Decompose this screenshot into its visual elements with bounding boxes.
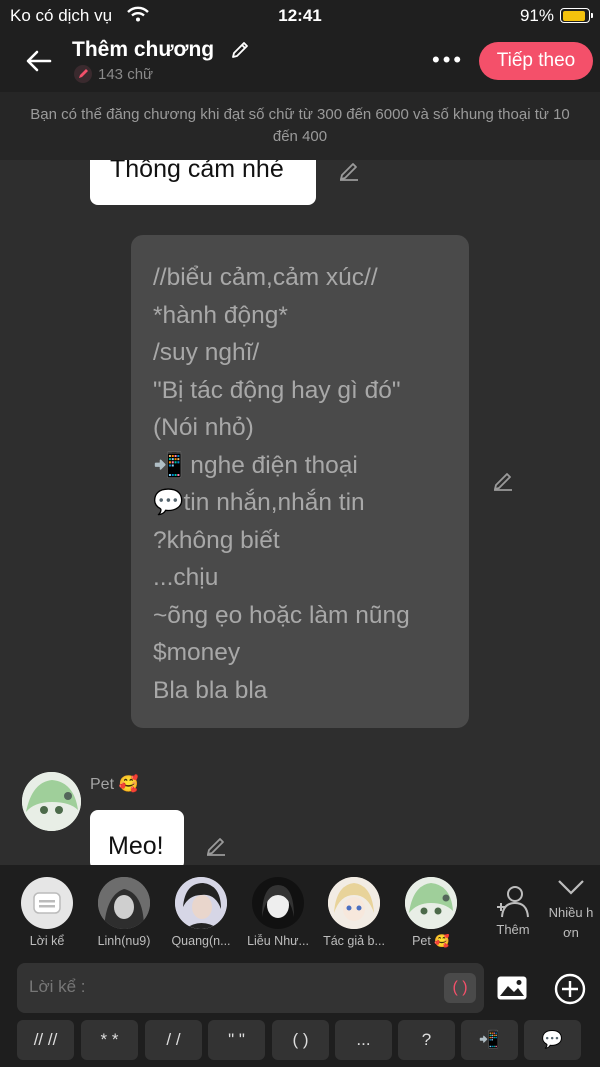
narration-line: *hành động* (153, 301, 288, 329)
battery-icon (560, 8, 593, 23)
next-button[interactable]: Tiếp theo (479, 42, 593, 80)
edit-narration-icon[interactable] (492, 470, 514, 497)
add-icon[interactable] (554, 973, 586, 1010)
narration-line: Bla bla bla (153, 676, 268, 704)
symbol-key[interactable]: ... (335, 1020, 392, 1060)
narration-line: ...chịu (153, 564, 219, 591)
quick-symbol-bar: // // * * / / " " ( ) ... ? 📲 💬 (0, 1020, 600, 1060)
input-placeholder: Lời kể : (29, 977, 86, 996)
symbol-key[interactable]: ? (398, 1020, 455, 1060)
narration-line: ?không biết (153, 526, 280, 554)
character-label: Linh(nu9) (97, 934, 151, 948)
narration-bubble[interactable]: //biểu cảm,cảm xúc// *hành động* /suy ng… (131, 235, 469, 728)
symbol-key[interactable]: ( ) (272, 1020, 329, 1060)
chevron-down-icon (558, 880, 584, 895)
narration-line: $money (153, 639, 241, 666)
top-bar: Thêm chương 143 chữ ••• Tiếp theo (0, 32, 600, 92)
message-bubble[interactable]: Thông cảm nhé (90, 160, 316, 205)
status-bar: Ko có dịch vụ 12:41 91% (0, 0, 600, 32)
narration-line: (Nói nhỏ) (153, 414, 254, 441)
symbol-key[interactable]: 📲 (461, 1020, 518, 1060)
add-character-button[interactable]: Thêm (488, 883, 538, 937)
message-input[interactable]: Lời kể : ( ) (17, 963, 484, 1013)
character-label: Liễu Như... (247, 934, 309, 948)
character-avatar (98, 877, 150, 929)
character-avatar (252, 877, 304, 929)
edit-title-icon[interactable] (230, 40, 250, 65)
message-bubble[interactable]: Meo! (90, 810, 184, 865)
character-avatar (405, 877, 457, 929)
character-narrator[interactable]: Lời kể (9, 877, 85, 948)
clock: 12:41 (278, 6, 322, 25)
chat-area[interactable]: Thông cảm nhé //biểu cảm,cảm xúc// *hành… (0, 160, 600, 865)
avatar[interactable] (22, 772, 81, 831)
edit-message-icon[interactable] (338, 160, 360, 187)
battery-percent: 91% (519, 6, 554, 25)
more-options-icon[interactable]: ••• (432, 47, 464, 73)
symbol-key[interactable]: " " (208, 1020, 265, 1060)
symbol-key[interactable]: * * (81, 1020, 138, 1060)
word-count-text: 143 chữ (98, 66, 154, 83)
character-avatar (328, 877, 380, 929)
paren-button[interactable]: ( ) (444, 973, 476, 1003)
speaker-name: Pet 🥰 (90, 776, 139, 793)
composer-panel: Lời kể Linh(nu9) Quang(n... Liễu Như... … (0, 865, 600, 1067)
narration-line: 📲 nghe điện thoại (153, 451, 358, 479)
add-character-label: Thêm (496, 922, 530, 937)
edit-message-icon[interactable] (205, 835, 227, 862)
narration-line: //biểu cảm,cảm xúc// (153, 264, 378, 291)
symbol-key[interactable]: / / (145, 1020, 202, 1060)
requirement-notice: Bạn có thể đăng chương khi đạt số chữ từ… (0, 92, 600, 160)
narration-line: "Bị tác động hay gì đó" (153, 376, 401, 404)
character-avatar (175, 877, 227, 929)
character-item[interactable]: Tác giả b... (316, 877, 392, 948)
back-arrow-icon[interactable] (24, 46, 54, 76)
character-label: Tác giả b... (323, 934, 385, 948)
image-icon[interactable] (496, 975, 528, 1006)
narration-line: /suy nghĩ/ (153, 339, 260, 366)
character-item[interactable]: Quang(n... (163, 877, 239, 948)
character-label: Pet 🥰 (412, 934, 450, 948)
page-title: Thêm chương (72, 38, 215, 61)
character-item[interactable]: Linh(nu9) (86, 877, 162, 948)
pen-icon (74, 65, 92, 83)
narration-line: 💬tin nhắn,nhắn tin (153, 489, 365, 516)
character-item[interactable]: Pet 🥰 (393, 877, 469, 949)
more-characters-button[interactable]: Nhiều h ơn (542, 877, 600, 943)
more-characters-label: Nhiều h ơn (548, 905, 594, 940)
character-label: Lời kể (29, 934, 65, 948)
symbol-key[interactable]: 💬 (524, 1020, 581, 1060)
character-label: Quang(n... (171, 934, 231, 948)
narration-line: ~õng ẹo hoặc làm nũng (153, 601, 410, 629)
symbol-key[interactable]: // // (17, 1020, 74, 1060)
character-item[interactable]: Liễu Như... (240, 877, 316, 948)
word-count: 143 chữ (74, 65, 153, 83)
add-person-icon (497, 886, 529, 918)
narrator-icon (21, 877, 73, 929)
